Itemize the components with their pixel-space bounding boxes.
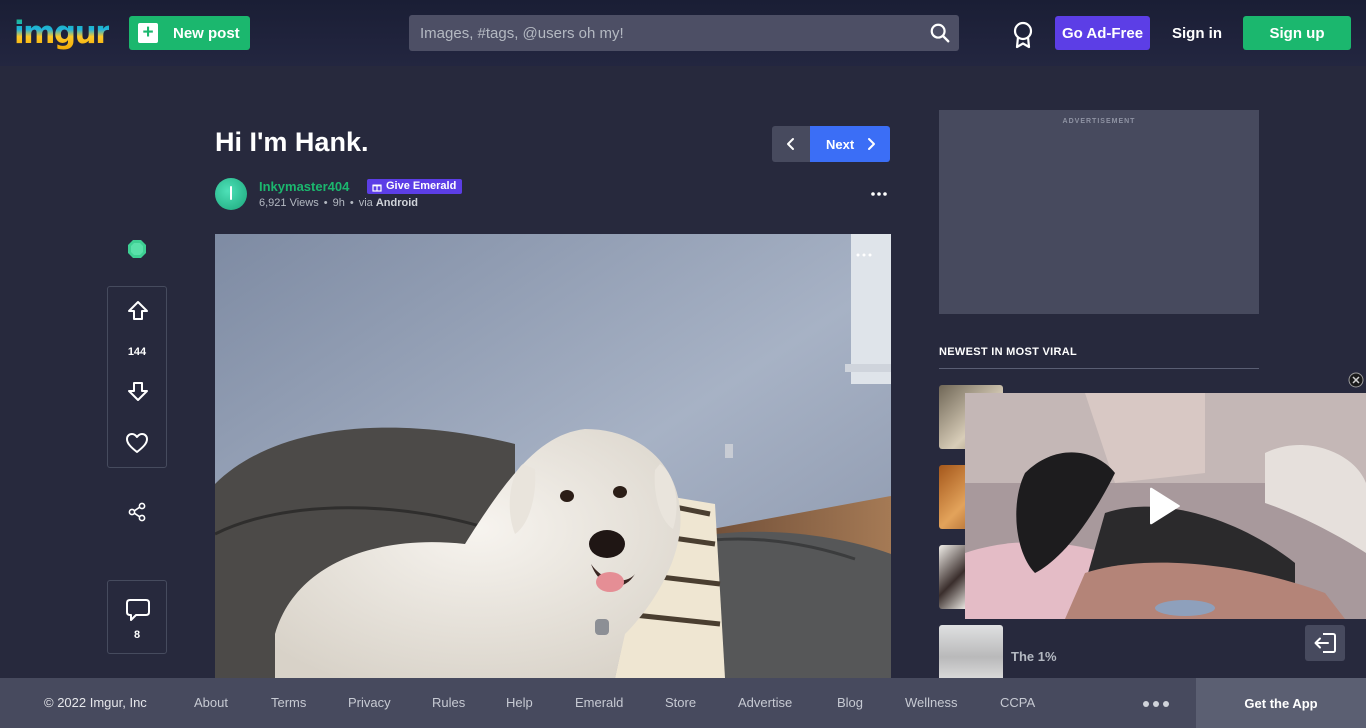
- chevron-right-icon: [868, 138, 876, 150]
- dog-photo: [215, 234, 891, 678]
- search-input[interactable]: [409, 15, 919, 51]
- view-count: 6,921 Views: [259, 197, 319, 209]
- page: imgur + New post Go Ad-Free Sign in Sign…: [0, 0, 1366, 728]
- post-age: 9h: [332, 197, 345, 209]
- viral-post-title[interactable]: The 1%: [1011, 649, 1057, 664]
- next-post-button[interactable]: Next: [810, 126, 890, 162]
- post-title: Hi I'm Hank.: [215, 127, 369, 157]
- play-icon[interactable]: [1148, 486, 1182, 526]
- footer-link-privacy[interactable]: Privacy: [348, 695, 391, 710]
- share-icon[interactable]: [127, 502, 147, 522]
- post-meta: 6,921 Views • 9h • via Android: [259, 197, 418, 209]
- copyright-text: © 2022 Imgur, Inc: [44, 695, 147, 710]
- footer-link-wellness[interactable]: Wellness: [905, 695, 958, 710]
- more-links-icon[interactable]: [1142, 700, 1170, 708]
- search-bar: [409, 15, 959, 51]
- footer-link-rules[interactable]: Rules: [432, 695, 465, 710]
- footer-link-store[interactable]: Store: [665, 695, 696, 710]
- user-avatar[interactable]: [215, 178, 247, 210]
- exit-icon: [1314, 633, 1336, 653]
- upvote-count: 144: [127, 346, 147, 358]
- footer-link-about[interactable]: About: [194, 695, 228, 710]
- footer-link-blog[interactable]: Blog: [837, 695, 863, 710]
- via-source: Android: [375, 197, 418, 209]
- footer-link-advertise[interactable]: Advertise: [738, 695, 792, 710]
- award-icon[interactable]: [1011, 21, 1035, 49]
- more-options-icon[interactable]: [866, 186, 892, 202]
- image-options-icon[interactable]: [855, 252, 873, 258]
- footer-link-emerald[interactable]: Emerald: [575, 695, 623, 710]
- get-the-app-button[interactable]: Get the App: [1196, 678, 1366, 728]
- next-label: Next: [826, 136, 855, 152]
- footer: © 2022 Imgur, Inc About Terms Privacy Ru…: [0, 678, 1366, 728]
- downvote-icon[interactable]: [126, 379, 150, 403]
- comments-button[interactable]: 8: [107, 580, 167, 654]
- vote-panel: 144: [107, 286, 167, 468]
- section-title: NEWEST IN MOST VIRAL: [939, 346, 1259, 369]
- plus-icon: +: [138, 23, 158, 43]
- sign-in-button[interactable]: Sign in: [1166, 16, 1228, 50]
- footer-link-terms[interactable]: Terms: [271, 695, 306, 710]
- give-emerald-label: Give Emerald: [386, 180, 457, 192]
- gift-icon: [372, 184, 382, 192]
- username-link[interactable]: Inkymaster404: [259, 179, 349, 194]
- comment-bubble-icon: [126, 599, 150, 621]
- favorite-heart-icon[interactable]: [125, 432, 149, 454]
- via-prefix: via: [358, 197, 373, 209]
- comment-count: 8: [133, 629, 141, 641]
- emerald-icon[interactable]: [127, 239, 147, 259]
- go-ad-free-button[interactable]: Go Ad-Free: [1055, 16, 1150, 50]
- footer-link-help[interactable]: Help: [506, 695, 533, 710]
- exit-video-button[interactable]: [1305, 625, 1345, 661]
- footer-link-ccpa[interactable]: CCPA: [1000, 695, 1035, 710]
- previous-post-button[interactable]: [772, 126, 810, 162]
- new-post-button[interactable]: + New post: [129, 16, 250, 50]
- imgur-logo[interactable]: imgur: [14, 15, 110, 51]
- sign-up-button[interactable]: Sign up: [1243, 16, 1351, 50]
- upvote-icon[interactable]: [126, 299, 150, 323]
- give-emerald-button[interactable]: Give Emerald: [367, 179, 463, 194]
- top-bar: imgur + New post Go Ad-Free Sign in Sign…: [0, 0, 1366, 66]
- search-icon[interactable]: [929, 22, 951, 44]
- new-post-label: New post: [173, 24, 240, 42]
- close-video-icon[interactable]: [1348, 372, 1364, 388]
- post-image[interactable]: [215, 234, 891, 678]
- advertisement-slot[interactable]: ADVERTISEMENT: [939, 110, 1259, 314]
- chevron-left-icon: [787, 138, 794, 150]
- advertisement-label: ADVERTISEMENT: [1062, 118, 1136, 125]
